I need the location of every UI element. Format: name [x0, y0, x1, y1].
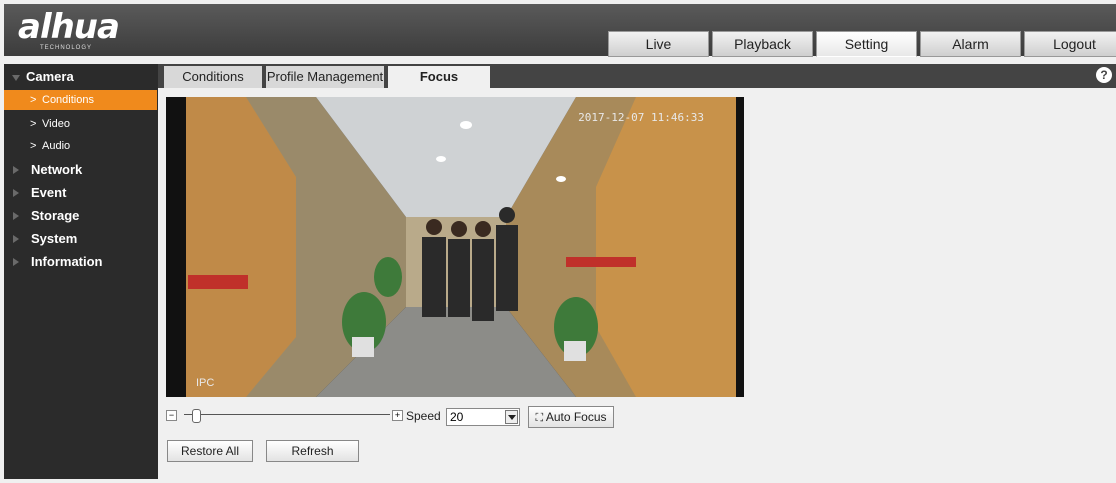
- sidebar-item-information[interactable]: Information: [4, 252, 158, 272]
- sidebar-item-video[interactable]: > Video: [4, 114, 158, 134]
- sidebar-item-event[interactable]: Event: [4, 183, 158, 203]
- sidebar-item-label: System: [31, 231, 78, 246]
- sidebar: Camera > Conditions > Video > Audio Netw…: [4, 64, 158, 479]
- sidebar-item-label: Video: [42, 118, 70, 130]
- collapsed-arrow-icon: [13, 166, 19, 174]
- video-timestamp: 2017-12-07 11:46:33: [578, 111, 704, 124]
- sidebar-item-label: Storage: [31, 208, 80, 223]
- sidebar-item-label: Conditions: [42, 94, 94, 106]
- zoom-in-button[interactable]: +: [392, 410, 403, 421]
- speed-select[interactable]: 20: [446, 408, 520, 426]
- brand-tagline: TECHNOLOGY: [40, 45, 93, 51]
- sidebar-item-audio[interactable]: > Audio: [4, 136, 158, 156]
- sidebar-item-label: Camera: [26, 69, 74, 84]
- collapsed-arrow-icon: [13, 189, 19, 197]
- sidebar-item-network[interactable]: Network: [4, 160, 158, 180]
- zoom-slider-thumb[interactable]: [192, 409, 202, 423]
- tab-profile-management[interactable]: Profile Management: [266, 66, 384, 88]
- chevron-down-icon[interactable]: [505, 410, 518, 424]
- sub-tab-bar: Conditions Profile Management Focus ?: [158, 64, 1116, 88]
- video-channel-name: IPC: [196, 377, 215, 389]
- auto-focus-button[interactable]: ⛶ Auto Focus: [528, 406, 614, 428]
- zoom-slider-track[interactable]: [184, 414, 390, 415]
- refresh-button[interactable]: Refresh: [266, 440, 359, 462]
- sidebar-item-system[interactable]: System: [4, 229, 158, 249]
- sidebar-item-label: Audio: [42, 140, 71, 152]
- sidebar-item-storage[interactable]: Storage: [4, 206, 158, 226]
- speed-label: Speed: [406, 409, 441, 423]
- sidebar-item-conditions[interactable]: > Conditions: [4, 90, 157, 110]
- nav-tab-alarm[interactable]: Alarm: [920, 31, 1021, 57]
- focus-frame-icon: ⛶: [535, 412, 544, 424]
- collapsed-arrow-icon: [13, 212, 19, 220]
- sidebar-item-label: Event: [31, 185, 67, 200]
- collapsed-arrow-icon: [13, 258, 19, 266]
- zoom-out-button[interactable]: −: [166, 410, 177, 421]
- top-bar: alhua TECHNOLOGY Live Playback Setting A…: [4, 4, 1116, 57]
- sidebar-item-camera[interactable]: Camera: [4, 67, 158, 87]
- speed-select-value: 20: [450, 410, 464, 424]
- focus-controls: − + Speed 20 ⛶ Auto Focus: [166, 406, 766, 428]
- nav-tab-live[interactable]: Live: [608, 31, 709, 57]
- brand-logo: alhua: [18, 7, 120, 47]
- sidebar-item-label: Network: [31, 162, 83, 177]
- help-icon[interactable]: ?: [1096, 67, 1112, 83]
- nav-tab-playback[interactable]: Playback: [712, 31, 813, 57]
- restore-all-button[interactable]: Restore All: [167, 440, 253, 462]
- collapsed-arrow-icon: [13, 235, 19, 243]
- video-preview: 2017-12-07 11:46:33 IPC: [166, 97, 744, 397]
- chevron-right-icon: >: [30, 94, 37, 106]
- nav-tab-setting[interactable]: Setting: [816, 31, 917, 57]
- nav-tab-logout[interactable]: Logout: [1024, 31, 1116, 57]
- expanded-arrow-icon: [12, 75, 20, 81]
- camera-scene: [166, 97, 744, 397]
- sidebar-item-label: Information: [31, 254, 103, 269]
- tab-conditions[interactable]: Conditions: [164, 66, 262, 88]
- chevron-right-icon: >: [30, 118, 37, 130]
- main-content: Conditions Profile Management Focus ? 20…: [158, 64, 1116, 479]
- chevron-right-icon: >: [30, 140, 37, 152]
- auto-focus-label: Auto Focus: [545, 410, 607, 424]
- tab-focus[interactable]: Focus: [388, 66, 490, 88]
